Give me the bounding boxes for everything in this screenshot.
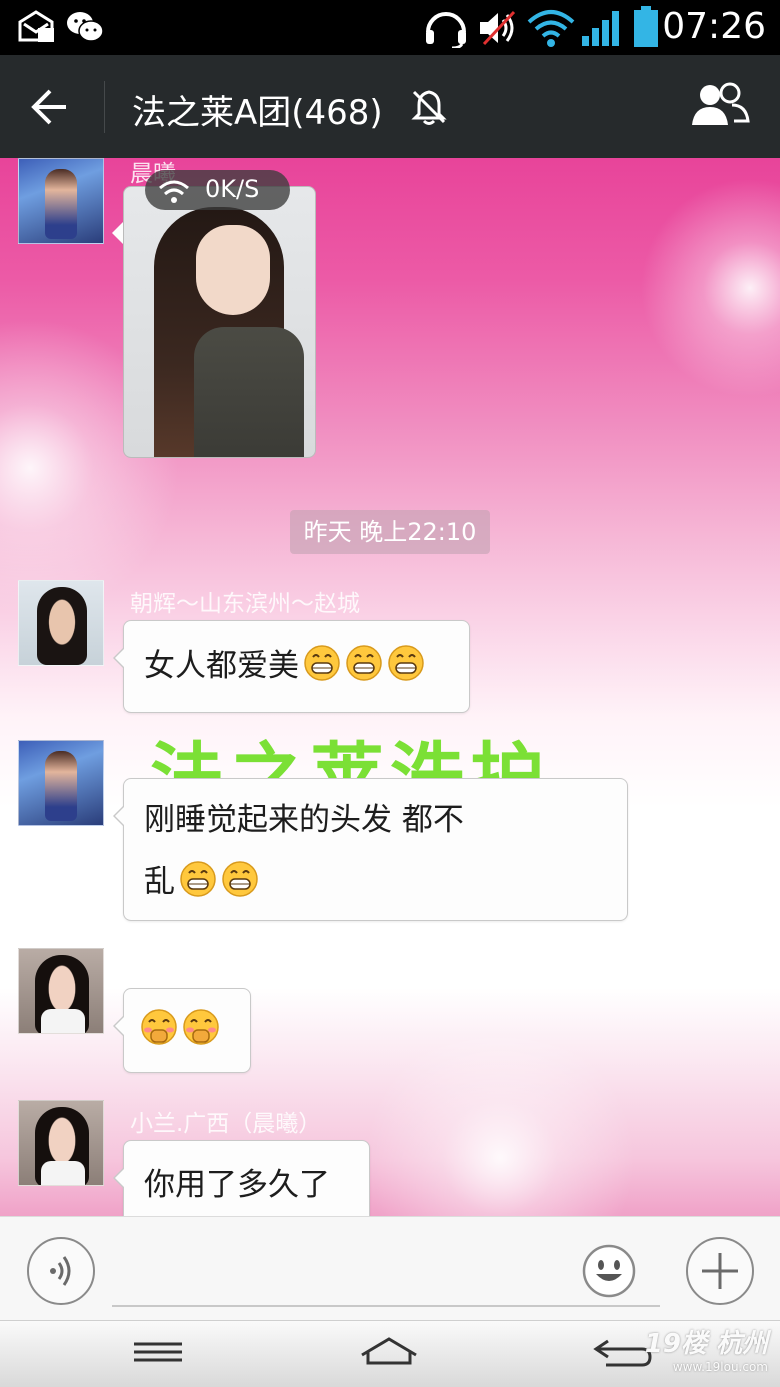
watermark-url: www.19lou.com	[672, 1360, 768, 1374]
signal-icon	[582, 11, 619, 46]
avatar[interactable]	[18, 740, 104, 826]
avatar[interactable]	[18, 580, 104, 666]
voice-input-button[interactable]	[27, 1237, 95, 1305]
background-decoration	[640, 178, 780, 398]
message-text: 女人都爱美	[144, 648, 299, 684]
grin-emoji-icon	[346, 645, 382, 681]
chat-header: 法之莱A团(468)	[0, 55, 780, 158]
status-time: 07:26	[662, 6, 766, 47]
plus-icon	[702, 1253, 738, 1289]
network-speed-text: 0K/S	[205, 175, 260, 203]
message-text: 乱	[144, 864, 175, 900]
header-divider	[104, 81, 105, 133]
avatar[interactable]	[18, 158, 104, 244]
status-bar: 07:26	[0, 0, 780, 55]
background-decoration	[350, 1038, 650, 1216]
text-message-bubble[interactable]: 你用了多久了	[113, 1140, 370, 1216]
network-speed-indicator: 0K/S	[145, 170, 290, 210]
mute-notification-icon	[411, 90, 447, 125]
back-arrow-icon[interactable]	[20, 75, 84, 139]
emoji-picker-icon[interactable]	[582, 1244, 636, 1298]
more-options-button[interactable]	[686, 1237, 754, 1305]
grin-emoji-icon	[304, 645, 340, 681]
grin-emoji-icon	[180, 861, 216, 897]
giggle-emoji-icon	[141, 1009, 177, 1045]
grin-emoji-icon	[388, 645, 424, 681]
chat-title: 法之莱A团(468)	[132, 93, 383, 133]
avatar[interactable]	[18, 1100, 104, 1186]
volume-muted-icon	[480, 10, 516, 46]
message-input-bar	[0, 1216, 780, 1320]
headset-icon	[426, 12, 466, 48]
grin-emoji-icon	[222, 861, 258, 897]
group-members-icon[interactable]	[688, 81, 752, 133]
sender-name: 朝辉～山东滨州～赵城	[130, 591, 360, 617]
text-message-bubble[interactable]: 刚睡觉起来的头发 都不 乱	[113, 778, 628, 921]
timestamp-divider: 昨天 晚上22:10	[290, 510, 490, 554]
sender-name: 小兰.广西（晨曦）	[130, 1111, 322, 1137]
menu-icon[interactable]	[124, 1331, 194, 1377]
wifi-icon	[527, 10, 575, 47]
wechat-icon	[67, 12, 104, 42]
battery-icon	[634, 6, 658, 47]
bubble-tail	[112, 222, 123, 244]
voice-icon	[50, 1256, 71, 1286]
home-icon[interactable]	[354, 1331, 424, 1377]
watermark: 19楼 杭州 www.19lou.com	[645, 1323, 768, 1374]
chat-message-list[interactable]: 法之莱洗护 晨曦 0K/S 昨天 晚上22:10 朝辉～山东滨州～赵城 女人都爱…	[0, 158, 780, 1216]
sms-sync-icon	[18, 10, 54, 42]
wifi-icon	[159, 180, 189, 203]
message-text: 你用了多久了	[144, 1167, 330, 1203]
avatar[interactable]	[18, 948, 104, 1034]
message-text: 刚睡觉起来的头发 都不	[144, 802, 464, 838]
giggle-emoji-icon	[183, 1009, 219, 1045]
emoji-message-bubble[interactable]	[113, 988, 251, 1073]
image-message[interactable]	[123, 186, 316, 458]
watermark-brand: 19楼 杭州	[644, 1329, 768, 1359]
text-message-bubble[interactable]: 女人都爱美	[113, 620, 470, 713]
system-navigation-bar: 19楼 杭州 www.19lou.com	[0, 1320, 780, 1387]
message-input[interactable]	[112, 1237, 660, 1307]
